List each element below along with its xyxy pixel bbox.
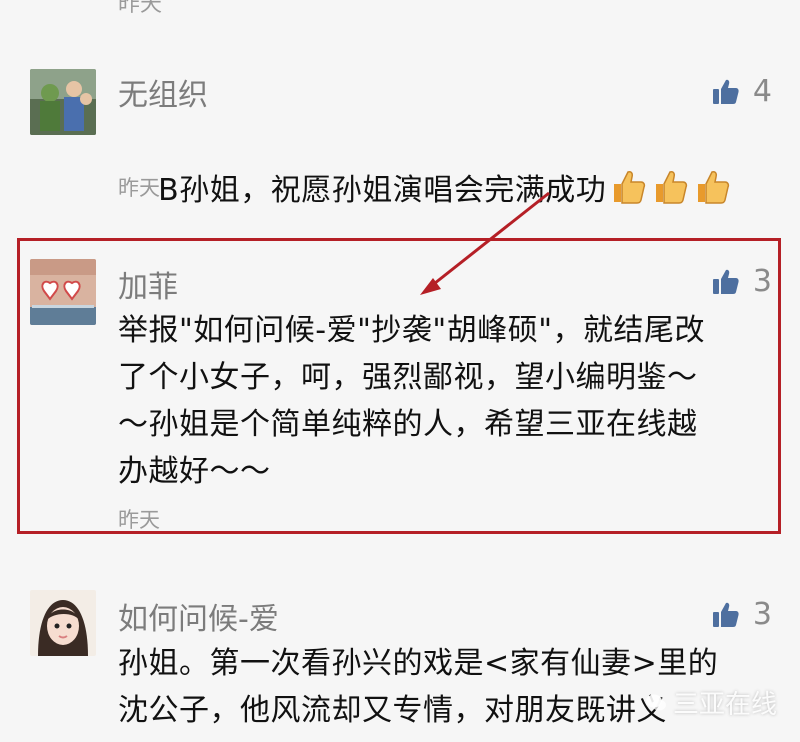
thumbs-up-icon xyxy=(712,269,739,294)
wechat-icon xyxy=(646,694,666,710)
like-button[interactable]: 3 xyxy=(711,597,772,632)
avatar[interactable] xyxy=(30,590,96,656)
thumbs-up-icon xyxy=(712,602,739,627)
watermark: 三亚在线 xyxy=(645,684,777,721)
avatar[interactable] xyxy=(30,259,96,325)
like-button[interactable]: 3 xyxy=(711,264,772,299)
avatar-image xyxy=(30,259,96,325)
like-count: 3 xyxy=(752,597,772,632)
avatar-image xyxy=(30,590,96,656)
commenter-name[interactable]: 加菲 xyxy=(118,262,178,306)
like-count: 3 xyxy=(752,264,772,299)
comment-text: 举报"如何问候-爱"抄袭"胡峰硕"，就结尾改 了个小女子，呵，强烈鄙视，望小编明… xyxy=(118,313,706,489)
watermark-text: 三亚在线 xyxy=(673,690,778,720)
comment-time: 昨天 xyxy=(118,508,160,532)
commenter-name[interactable]: 如何问候-爱 xyxy=(118,594,279,638)
